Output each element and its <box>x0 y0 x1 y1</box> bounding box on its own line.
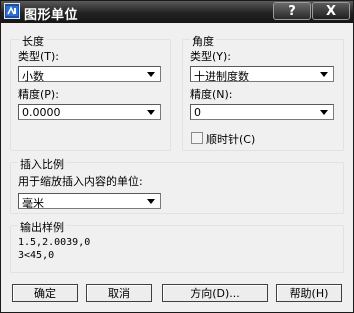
length-type-label: 类型(T): <box>18 50 60 63</box>
length-precision-select[interactable]: 0.0000 <box>18 104 161 120</box>
length-precision-value: 0.0000 <box>22 106 61 119</box>
insertion-units-select[interactable]: 毫米 <box>18 193 161 210</box>
chevron-down-icon <box>320 110 328 115</box>
length-type-value: 小数 <box>22 70 44 83</box>
angle-precision-select[interactable]: 0 <box>190 104 334 120</box>
chevron-down-icon <box>320 72 328 77</box>
length-group-title: 长度 <box>20 33 46 49</box>
sample-output-title: 输出样例 <box>18 219 66 235</box>
ok-button[interactable]: 确定 <box>12 284 78 302</box>
insertion-units-value: 毫米 <box>22 197 44 210</box>
length-type-select[interactable]: 小数 <box>18 66 161 83</box>
window-title: 图形单位 <box>24 8 79 23</box>
chevron-down-icon <box>147 72 155 77</box>
units-dialog: 图形单位 ? X 长度 类型(T): 小数 精度(P): 0.0000 角度 类… <box>0 0 354 313</box>
insertion-scale-title: 插入比例 <box>18 156 66 172</box>
help-button[interactable]: 帮助(H) <box>276 284 342 302</box>
help-title-button[interactable]: ? <box>273 2 311 20</box>
chevron-down-icon <box>147 199 155 204</box>
app-icon <box>4 3 20 19</box>
sample-output-line1: 1.5,2.0039,0 <box>18 237 91 248</box>
direction-button[interactable]: 方向(D)... <box>162 284 268 302</box>
angle-precision-label: 精度(N): <box>190 88 233 101</box>
sample-output-line2: 3<45,0 <box>18 250 55 261</box>
insertion-units-label: 用于缩放插入内容的单位: <box>18 175 143 188</box>
angle-type-label: 类型(Y): <box>190 50 232 63</box>
title-bar: 图形单位 ? X <box>1 1 353 23</box>
angle-precision-value: 0 <box>194 106 201 119</box>
angle-type-select[interactable]: 十进制度数 <box>190 66 334 83</box>
close-button[interactable]: X <box>312 2 350 20</box>
chevron-down-icon <box>147 110 155 115</box>
length-precision-label: 精度(P): <box>18 88 59 101</box>
angle-type-value: 十进制度数 <box>194 70 249 83</box>
clockwise-checkbox[interactable] <box>191 132 203 144</box>
clockwise-label[interactable]: 顺时针(C) <box>206 131 255 147</box>
angle-group-title: 角度 <box>190 33 216 49</box>
cancel-button[interactable]: 取消 <box>86 284 152 302</box>
